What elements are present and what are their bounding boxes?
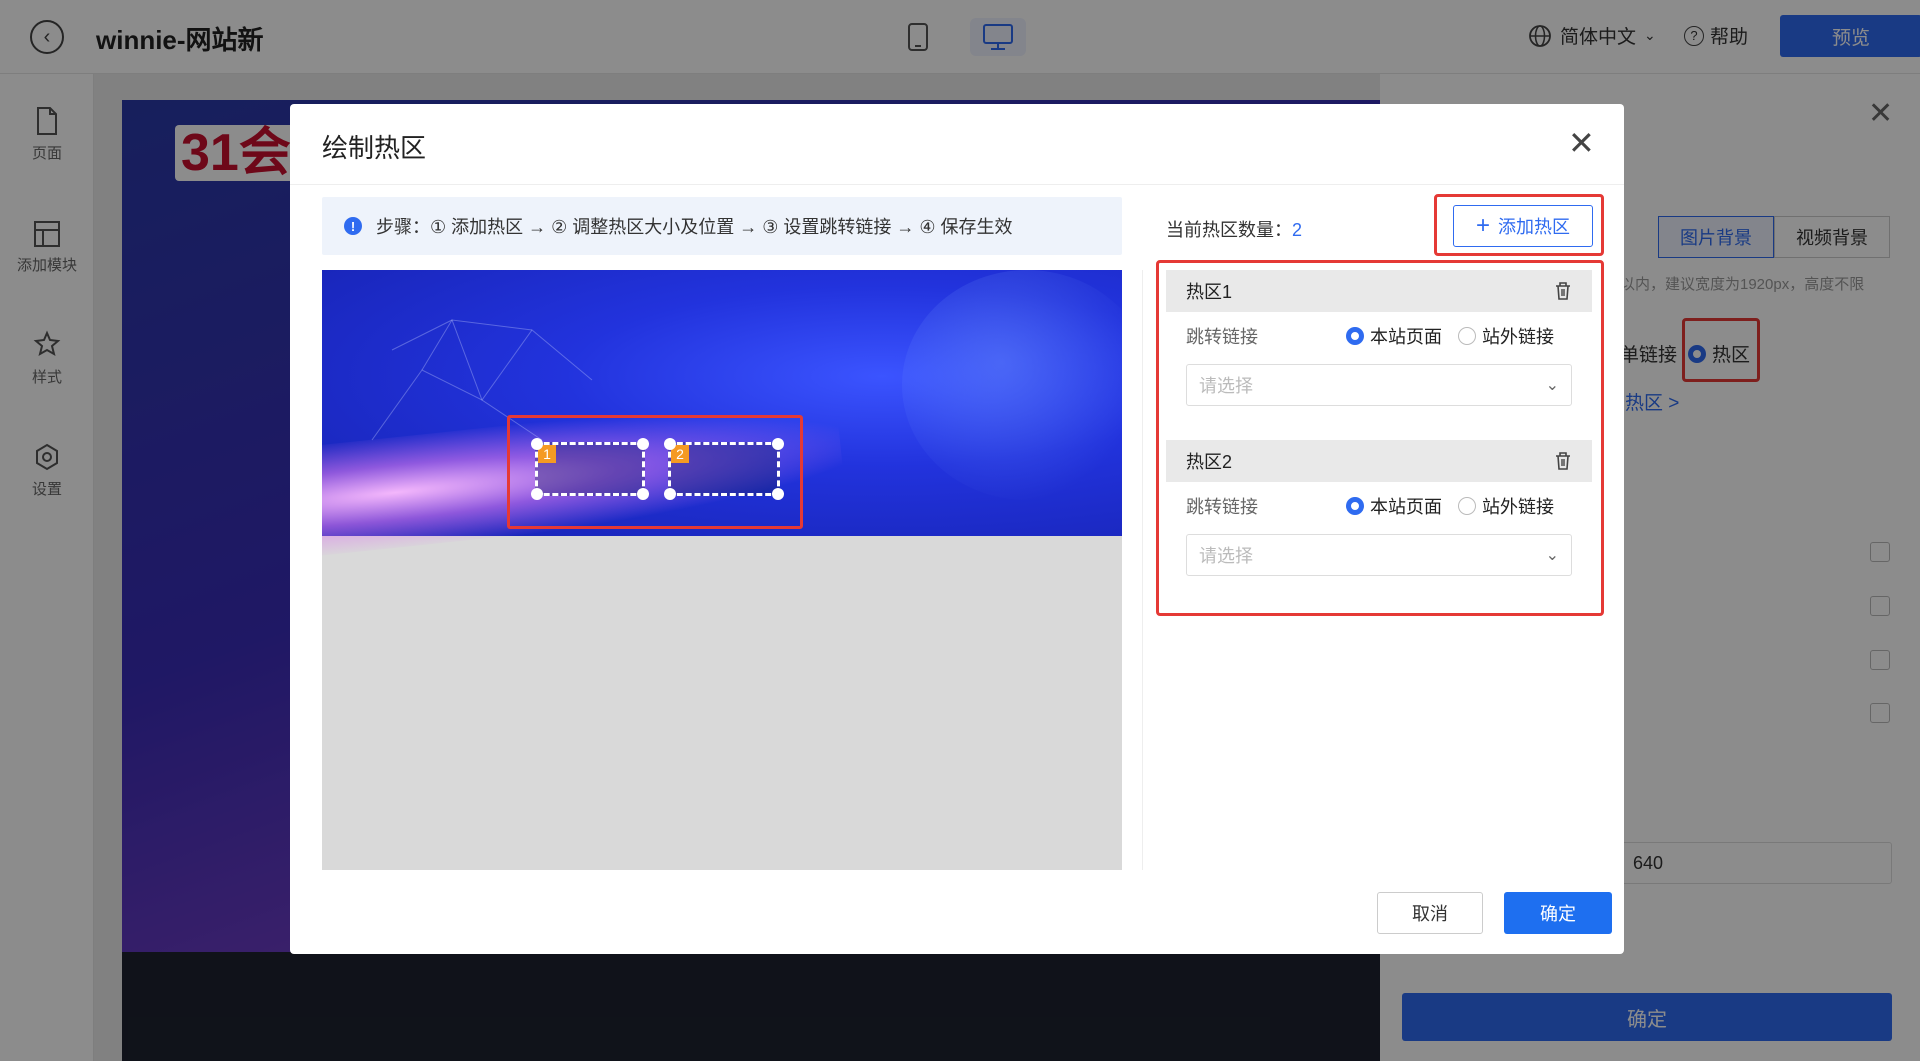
link-label: 跳转链接 bbox=[1186, 497, 1258, 517]
resize-handle[interactable] bbox=[664, 438, 676, 450]
globe-graphic bbox=[902, 270, 1122, 500]
resize-handle[interactable] bbox=[531, 488, 543, 500]
hotzone-card-title: 热区2 bbox=[1186, 452, 1233, 472]
radio-selected-icon bbox=[1346, 497, 1364, 515]
chevron-down-icon: ⌄ bbox=[1545, 377, 1559, 394]
resize-handle[interactable] bbox=[772, 438, 784, 450]
radio-unselected-icon bbox=[1458, 327, 1476, 345]
hotzone-count-value: 2 bbox=[1292, 220, 1303, 240]
page-select[interactable]: 请选择 ⌄ bbox=[1186, 534, 1572, 576]
divider bbox=[1142, 270, 1143, 870]
resize-handle[interactable] bbox=[772, 488, 784, 500]
divider bbox=[290, 184, 1624, 185]
modal-close-icon[interactable]: ✕ bbox=[1568, 124, 1595, 162]
radio-unselected-icon bbox=[1458, 497, 1476, 515]
steps-text: 步骤：① 添加热区 → ② 调整热区大小及位置 → ③ 设置跳转链接 → ④ 保… bbox=[376, 217, 1013, 237]
hotzone-card-1: 热区1 跳转链接 本站页面 站外链接 请选择 ⌄ bbox=[1166, 270, 1592, 432]
modal-title: 绘制热区 bbox=[322, 133, 427, 163]
radio-label: 站外链接 bbox=[1482, 327, 1554, 347]
radio-label: 本站页面 bbox=[1370, 497, 1442, 517]
select-placeholder: 请选择 bbox=[1199, 546, 1253, 566]
radio-label: 站外链接 bbox=[1482, 497, 1554, 517]
radio-external-link[interactable]: 站外链接 bbox=[1458, 323, 1554, 349]
cancel-button[interactable]: 取消 bbox=[1377, 892, 1483, 934]
select-placeholder: 请选择 bbox=[1199, 376, 1253, 396]
radio-internal-page[interactable]: 本站页面 bbox=[1346, 493, 1442, 519]
page-select[interactable]: 请选择 ⌄ bbox=[1186, 364, 1572, 406]
hotzone-editor[interactable]: 1 2 bbox=[322, 270, 1122, 870]
resize-handle[interactable] bbox=[531, 438, 543, 450]
confirm-button[interactable]: 确定 bbox=[1504, 892, 1612, 934]
link-label: 跳转链接 bbox=[1186, 327, 1258, 347]
trash-icon[interactable] bbox=[1554, 451, 1572, 471]
hotzone-card-2: 热区2 跳转链接 本站页面 站外链接 请选择 ⌄ bbox=[1166, 440, 1592, 602]
plus-icon: + bbox=[1475, 212, 1490, 239]
hotzone-card-title: 热区1 bbox=[1186, 282, 1233, 302]
hotzone-count-label: 当前热区数量： bbox=[1166, 220, 1292, 240]
resize-handle[interactable] bbox=[637, 438, 649, 450]
hotzone-box-2[interactable]: 2 bbox=[664, 438, 784, 500]
add-hotzone-button[interactable]: + 添加热区 bbox=[1453, 205, 1593, 247]
draw-hotzone-modal: 绘制热区 ✕ ! 步骤：① 添加热区 → ② 调整热区大小及位置 → ③ 设置跳… bbox=[290, 104, 1624, 954]
chevron-down-icon: ⌄ bbox=[1545, 547, 1559, 564]
radio-internal-page[interactable]: 本站页面 bbox=[1346, 323, 1442, 349]
steps-notice: ! 步骤：① 添加热区 → ② 调整热区大小及位置 → ③ 设置跳转链接 → ④… bbox=[322, 197, 1122, 255]
resize-handle[interactable] bbox=[637, 488, 649, 500]
info-icon: ! bbox=[344, 217, 362, 235]
hotzone-box-1[interactable]: 1 bbox=[531, 438, 649, 500]
trash-icon[interactable] bbox=[1554, 281, 1572, 301]
hotzone-count: 当前热区数量：2 bbox=[1166, 216, 1302, 242]
add-hotzone-label: 添加热区 bbox=[1498, 217, 1570, 237]
radio-selected-icon bbox=[1346, 327, 1364, 345]
resize-handle[interactable] bbox=[664, 488, 676, 500]
radio-external-link[interactable]: 站外链接 bbox=[1458, 493, 1554, 519]
radio-label: 本站页面 bbox=[1370, 327, 1442, 347]
